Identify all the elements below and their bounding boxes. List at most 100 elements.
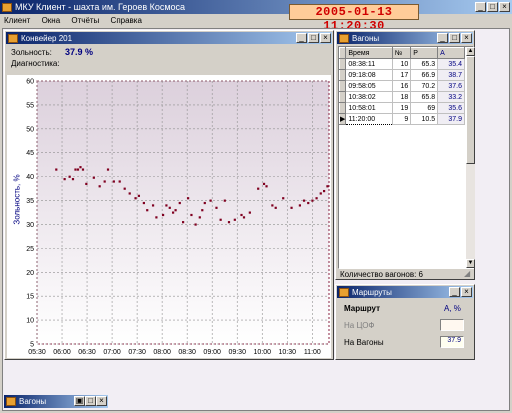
- data-point: [182, 221, 185, 224]
- routes-minimize-button[interactable]: _: [449, 287, 460, 297]
- column-header-number[interactable]: №: [391, 47, 412, 59]
- data-point: [155, 216, 158, 219]
- conveyor-minimize-button[interactable]: _: [296, 33, 307, 43]
- resize-grip-icon[interactable]: ◢: [464, 269, 470, 278]
- data-point: [271, 204, 274, 207]
- maximize-button[interactable]: □: [487, 2, 498, 12]
- x-tick-label: 09:30: [228, 349, 246, 356]
- minimized-close-button[interactable]: ×: [96, 396, 107, 406]
- wagons-close-button[interactable]: ×: [461, 33, 472, 43]
- x-tick-label: 07:00: [103, 349, 121, 356]
- minimized-window-icon: [6, 397, 16, 406]
- wagons-window: Вагоны _ □ × Время № P A 08:38:11 10 65.3 3…: [335, 30, 475, 280]
- menu-item-client[interactable]: Клиент: [4, 16, 30, 25]
- wagons-count-label: Количество вагонов: 6: [340, 270, 423, 279]
- data-point: [106, 168, 110, 171]
- y-tick-label: 50: [26, 126, 34, 133]
- wagons-minimize-button[interactable]: _: [437, 33, 448, 43]
- data-point: [209, 199, 212, 202]
- menu-item-help[interactable]: Справка: [111, 16, 142, 25]
- data-point: [79, 166, 82, 169]
- data-point: [71, 178, 75, 181]
- menu-item-windows[interactable]: Окна: [42, 16, 61, 25]
- scroll-thumb[interactable]: [466, 56, 475, 164]
- x-tick-label: 07:30: [128, 349, 146, 356]
- table-row-selected[interactable]: ▶ 11:20:00 9 10.5 37.9: [338, 113, 465, 125]
- wagons-maximize-button[interactable]: □: [449, 33, 460, 43]
- app-titlebar: МКУ Клиент - шахта им. Героев Космоса _ …: [0, 0, 512, 14]
- data-point: [92, 176, 95, 179]
- data-point: [103, 180, 106, 183]
- scroll-up-button[interactable]: ▲: [466, 47, 475, 56]
- table-row[interactable]: 10:38:02 18 65.8 33.2: [338, 91, 465, 103]
- data-point: [55, 168, 58, 171]
- close-button[interactable]: ×: [499, 2, 510, 12]
- conveyor-title: Конвейер 201: [21, 33, 73, 43]
- cell-a: 33.2: [437, 91, 465, 103]
- routes-window-icon: [339, 287, 349, 297]
- plot-background: [36, 80, 330, 345]
- x-tick-label: 05:30: [28, 349, 46, 356]
- data-point: [311, 199, 314, 202]
- data-point: [219, 218, 222, 221]
- data-point: [98, 185, 101, 188]
- data-point: [187, 197, 190, 200]
- data-point: [171, 211, 175, 214]
- data-point: [74, 168, 77, 171]
- data-point: [290, 206, 293, 209]
- routes-window: Маршруты _ × Маршрут A, % На ЦОФ На Ваго…: [335, 284, 475, 360]
- cell-time: 09:58:05: [345, 80, 393, 92]
- data-point: [240, 213, 243, 217]
- column-header-a[interactable]: A: [437, 47, 465, 59]
- data-point: [68, 175, 71, 178]
- column-header-p[interactable]: P: [410, 47, 439, 59]
- routes-close-button[interactable]: ×: [461, 287, 472, 297]
- data-point: [151, 204, 155, 207]
- data-point: [322, 189, 326, 193]
- data-point: [319, 192, 322, 195]
- minimized-wagons-window[interactable]: Вагоны ▣ □ ×: [4, 395, 108, 408]
- data-point: [248, 211, 251, 214]
- column-header-time[interactable]: Время: [345, 47, 393, 59]
- data-point: [128, 192, 131, 195]
- conveyor-maximize-button[interactable]: □: [308, 33, 319, 43]
- table-row[interactable]: 08:38:11 10 65.3 35.4: [338, 58, 465, 70]
- cell-p: 69: [410, 102, 439, 114]
- conveyor-close-button[interactable]: ×: [320, 33, 331, 43]
- minimized-restore-button[interactable]: ▣: [74, 396, 85, 406]
- route-label-wagons: На Вагоны: [344, 338, 384, 347]
- data-point: [302, 199, 306, 202]
- x-tick-label: 10:00: [253, 349, 271, 356]
- wagons-table-area: Время № P A 08:38:11 10 65.3 35.4 09:18:08 1…: [338, 46, 475, 269]
- data-point: [233, 218, 236, 221]
- table-row[interactable]: 10:58:01 19 69 35.6: [338, 102, 465, 114]
- wagons-vertical-scrollbar[interactable]: ▲ ▼: [466, 47, 475, 268]
- y-tick-label: 15: [26, 294, 34, 301]
- y-tick-label: 40: [26, 174, 34, 181]
- minimized-maximize-button[interactable]: □: [85, 396, 96, 406]
- table-row[interactable]: 09:58:05 16 70.2 37.6: [338, 80, 465, 92]
- table-row[interactable]: 09:18:08 17 66.9 38.7: [338, 69, 465, 81]
- data-point: [298, 204, 301, 207]
- minimize-button[interactable]: _: [475, 2, 486, 12]
- conveyor-window-icon: [8, 33, 18, 43]
- route-value-cof[interactable]: [440, 319, 464, 331]
- ash-chart-svg: 5 10 15 20 25 30 35 40 45 50 55 60 05:30 06:00 06:30 07…: [26, 79, 330, 356]
- data-point: [282, 197, 285, 200]
- datetime-display: 2005-01-13 11:20:30: [289, 4, 419, 33]
- ash-chart: 5 10 15 20 25 30 35 40 45 50 55 60 05:30 06:00 06:30 07…: [7, 75, 331, 358]
- data-point: [190, 213, 193, 217]
- ash-label: Зольность:: [11, 48, 52, 57]
- app-title: МКУ Клиент - шахта им. Героев Космоса: [15, 2, 186, 12]
- route-value-wagons[interactable]: 37.9: [440, 336, 464, 348]
- y-tick-label: 60: [26, 79, 34, 86]
- cell-time: 09:18:08: [345, 69, 393, 81]
- app-icon: [2, 2, 12, 12]
- diagnostics-label: Диагностика:: [11, 59, 60, 68]
- data-point: [315, 197, 318, 200]
- menu-item-reports[interactable]: Отчёты: [71, 16, 99, 25]
- y-tick-label: 30: [26, 222, 34, 229]
- data-point: [85, 182, 88, 186]
- scroll-down-button[interactable]: ▼: [466, 259, 475, 268]
- y-tick-label: 10: [26, 318, 34, 325]
